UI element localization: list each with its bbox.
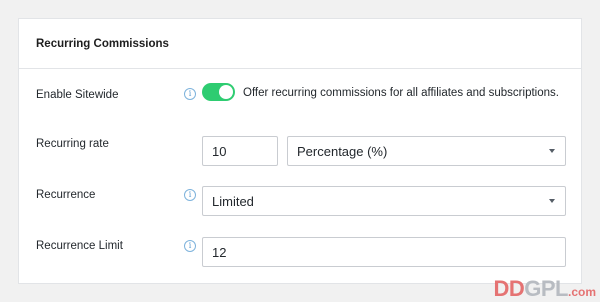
rate-type-selected: Percentage (%)	[297, 143, 388, 159]
panel-header: Recurring Commissions	[19, 19, 581, 69]
chevron-down-icon	[549, 199, 555, 203]
recurrence-selected: Limited	[212, 193, 254, 209]
enable-sitewide-label: Enable Sitewide	[36, 89, 119, 101]
recurring-rate-value: 10	[212, 143, 227, 159]
recurrence-label: Recurrence	[36, 189, 96, 201]
info-icon[interactable]: i	[184, 88, 196, 100]
recurring-rate-input[interactable]: 10	[202, 136, 278, 166]
watermark-logo: DDGPL.com	[493, 276, 596, 301]
info-icon[interactable]: i	[184, 240, 196, 252]
chevron-down-icon	[549, 149, 555, 153]
enable-sitewide-toggle[interactable]	[202, 83, 235, 101]
recurring-commissions-panel: Recurring Commissions Enable Sitewide i …	[18, 18, 582, 284]
recurrence-limit-label: Recurrence Limit	[36, 240, 123, 252]
recurrence-select[interactable]: Limited	[202, 186, 566, 216]
info-icon[interactable]: i	[184, 189, 196, 201]
rate-type-select[interactable]: Percentage (%)	[287, 136, 566, 166]
panel-title: Recurring Commissions	[36, 38, 169, 50]
enable-sitewide-description: Offer recurring commissions for all affi…	[243, 87, 559, 99]
toggle-knob	[219, 85, 233, 99]
recurring-rate-label: Recurring rate	[36, 138, 109, 150]
recurrence-limit-value: 12	[212, 244, 227, 260]
recurrence-limit-input[interactable]: 12	[202, 237, 566, 267]
